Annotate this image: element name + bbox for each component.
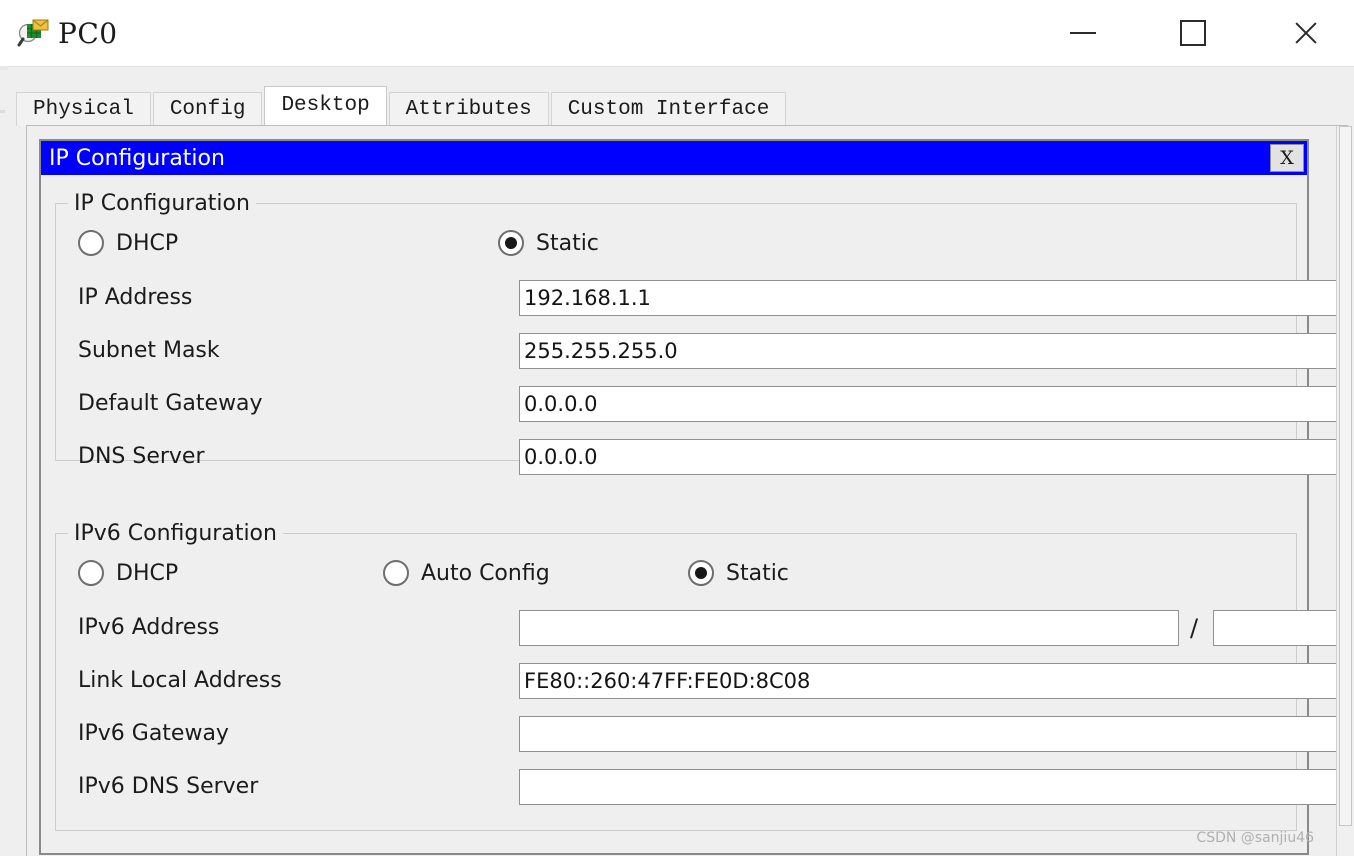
ipv6-dhcp-option[interactable]: DHCP [78, 556, 383, 590]
ipv6-dns-server-input[interactable] [519, 769, 1339, 805]
device-tab-strip: Physical Config Desktop Attributes Custo… [16, 86, 788, 126]
window-title: PC0 [58, 16, 118, 50]
ipv4-static-radio-icon[interactable] [498, 230, 524, 256]
ipv6-auto-config-option[interactable]: Auto Config [383, 556, 688, 590]
ip-address-label: IP Address [78, 285, 193, 310]
close-icon [1292, 19, 1320, 47]
ipv4-dhcp-option[interactable]: DHCP [78, 226, 498, 260]
ip-address-input[interactable]: 192.168.1.1 [519, 280, 1339, 316]
tab-physical[interactable]: Physical [16, 92, 151, 126]
ipv6-gateway-label: IPv6 Gateway [78, 721, 229, 746]
ip-dialog-title-bar: IP Configuration X [41, 141, 1307, 175]
ipv6-auto-config-label: Auto Config [421, 560, 550, 586]
packet-tracer-pc-icon [16, 16, 50, 50]
window-left-edge-marker-a [0, 66, 8, 70]
ipv6-dhcp-label: DHCP [116, 560, 179, 586]
ip-dialog-title: IP Configuration [49, 145, 225, 171]
ipv6-auto-config-radio-icon[interactable] [383, 560, 409, 586]
ipv6-address-row: IPv6 Address / [78, 610, 1339, 646]
ipv4-group-legend: IP Configuration [68, 191, 256, 216]
pc0-window: PC0 Physical Config Desktop Attributes C… [8, 0, 1354, 856]
dns-server-row: DNS Server 0.0.0.0 [78, 439, 1339, 475]
ipv6-dns-server-row: IPv6 DNS Server [78, 769, 1339, 805]
ipv6-prefix-separator: / [1190, 614, 1199, 642]
minimize-icon [1070, 32, 1096, 34]
dns-server-label: DNS Server [78, 444, 205, 469]
ipv4-dhcp-label: DHCP [116, 230, 179, 256]
subnet-mask-row: Subnet Mask 255.255.255.0 [78, 333, 1339, 369]
ipv6-configuration-group: IPv6 Configuration DHCP Auto Config Stat… [55, 521, 1339, 831]
ipv4-static-option[interactable]: Static [498, 226, 599, 260]
ipv6-gateway-input[interactable] [519, 716, 1339, 752]
ipv6-static-radio-icon[interactable] [688, 560, 714, 586]
vertical-scrollbar-thumb[interactable] [1339, 126, 1352, 826]
subnet-mask-input[interactable]: 255.255.255.0 [519, 333, 1339, 369]
dns-server-input[interactable]: 0.0.0.0 [519, 439, 1339, 475]
ipv6-dns-server-label: IPv6 DNS Server [78, 774, 259, 799]
watermark-text: CSDN @sanjiu46 [1196, 830, 1314, 846]
tab-attributes[interactable]: Attributes [388, 92, 549, 126]
tab-desktop[interactable]: Desktop [264, 86, 387, 126]
ipv6-gateway-row: IPv6 Gateway [78, 716, 1339, 752]
vertical-scrollbar[interactable] [1336, 126, 1354, 856]
ipv6-group-legend: IPv6 Configuration [68, 521, 283, 546]
ip-configuration-dialog: IP Configuration X IP Configuration DHCP… [39, 139, 1339, 855]
window-left-edge-top [0, 0, 8, 66]
maximize-icon [1180, 20, 1206, 46]
minimize-button[interactable] [1053, 0, 1113, 66]
ipv4-static-label: Static [536, 230, 599, 256]
maximize-button[interactable] [1163, 0, 1223, 66]
ip-dialog-close-button[interactable]: X [1270, 144, 1304, 172]
window-title-bar: PC0 [8, 0, 1354, 67]
close-window-button[interactable] [1276, 0, 1336, 66]
default-gateway-row: Default Gateway 0.0.0.0 [78, 386, 1339, 422]
ipv6-dhcp-radio-icon[interactable] [78, 560, 104, 586]
ipv6-address-label: IPv6 Address [78, 615, 220, 640]
ipv6-mode-radio-group: DHCP Auto Config Static [78, 556, 1258, 590]
tab-config[interactable]: Config [152, 92, 263, 126]
default-gateway-input[interactable]: 0.0.0.0 [519, 386, 1339, 422]
ipv4-dhcp-radio-icon[interactable] [78, 230, 104, 256]
link-local-address-row: Link Local Address FE80::260:47FF:FE0D:8… [78, 663, 1339, 699]
ipv6-prefix-length-input[interactable] [1213, 610, 1339, 646]
subnet-mask-label: Subnet Mask [78, 338, 220, 363]
ipv4-configuration-group: IP Configuration DHCP Static IP Address … [55, 191, 1339, 475]
ipv6-static-option[interactable]: Static [688, 556, 789, 590]
desktop-tab-panel: IP Configuration X IP Configuration DHCP… [26, 125, 1348, 856]
link-local-address-input[interactable]: FE80::260:47FF:FE0D:8C08 [519, 663, 1339, 699]
tab-custom-interface[interactable]: Custom Interface [550, 92, 787, 126]
window-title-group: PC0 [16, 0, 118, 66]
default-gateway-label: Default Gateway [78, 391, 263, 416]
window-left-edge-marker-b [0, 110, 5, 113]
ipv6-address-input[interactable] [519, 610, 1179, 646]
ipv4-mode-radio-group: DHCP Static [78, 226, 1258, 260]
ipv6-static-label: Static [726, 560, 789, 586]
ip-address-row: IP Address 192.168.1.1 [78, 280, 1339, 316]
link-local-address-label: Link Local Address [78, 668, 282, 693]
window-left-edge [0, 66, 8, 856]
